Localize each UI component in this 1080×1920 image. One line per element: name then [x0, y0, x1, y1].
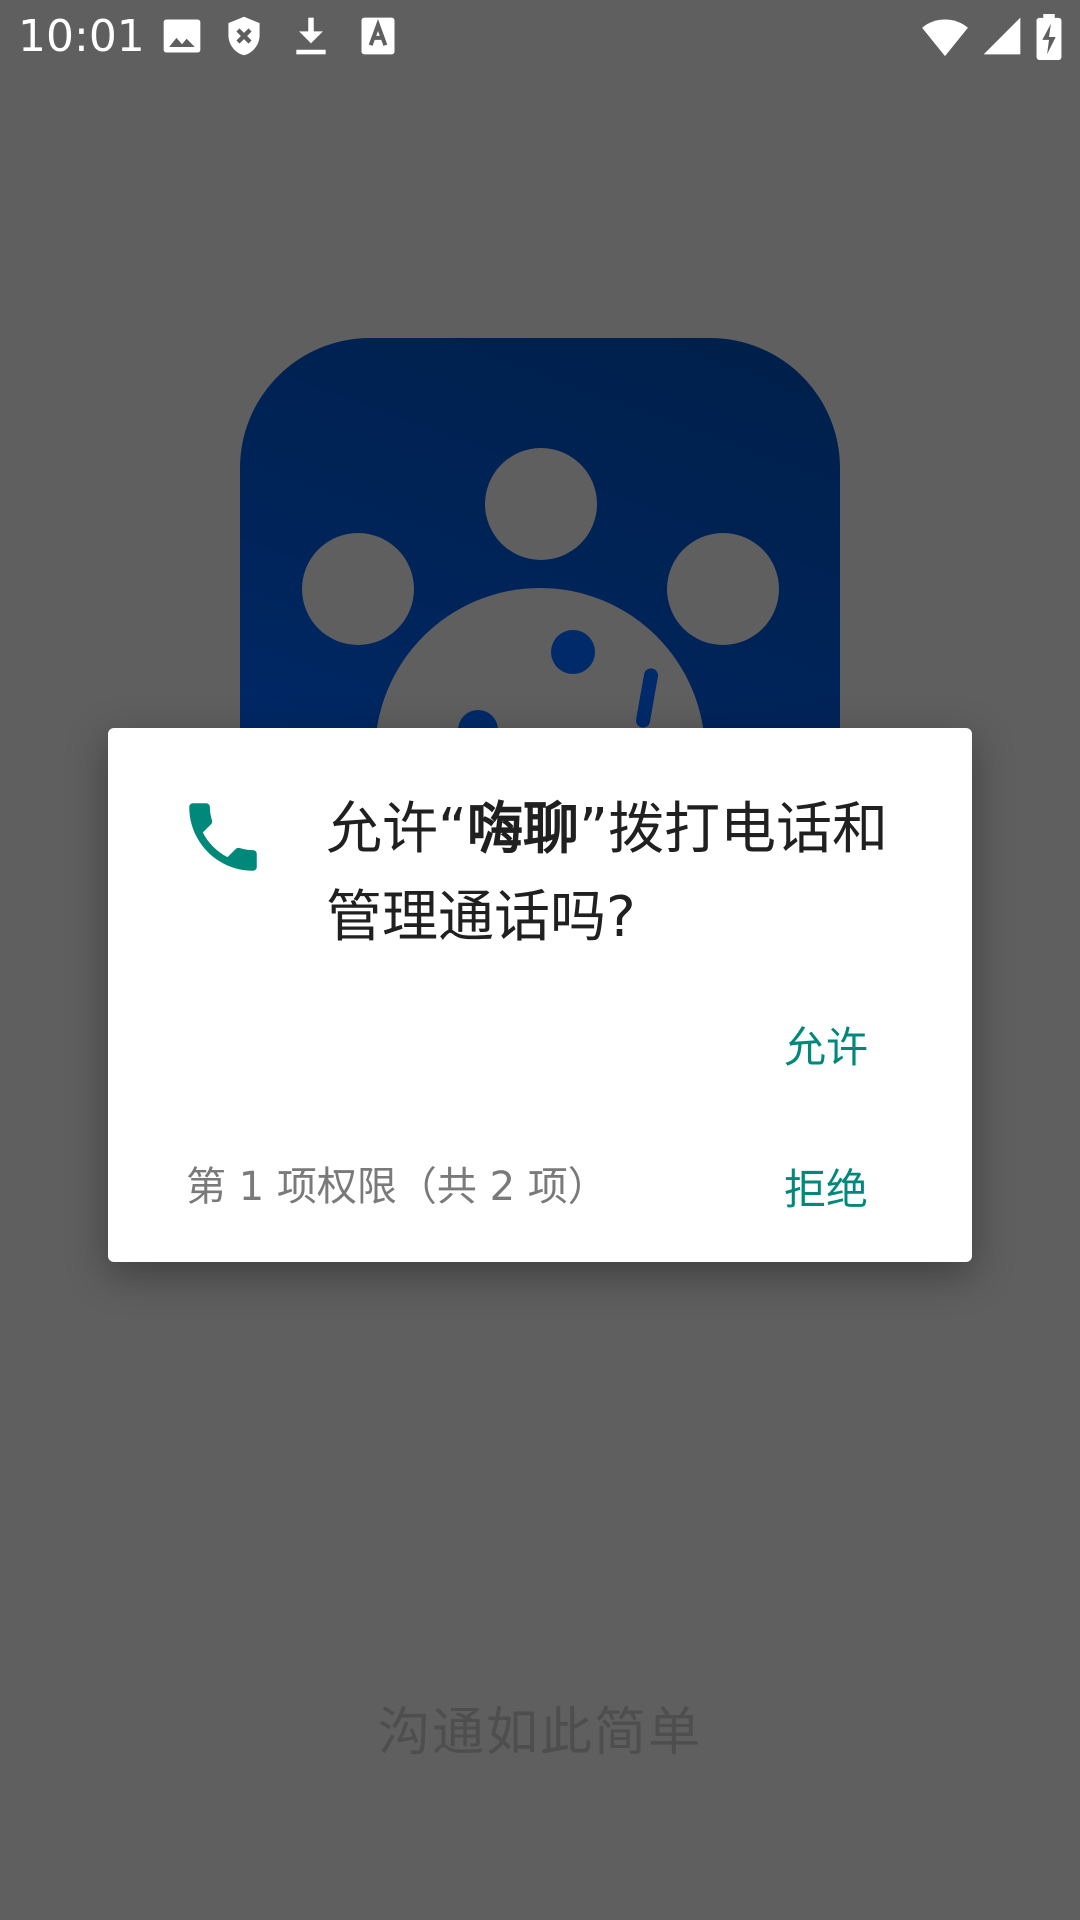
logo-dot-left: [302, 533, 414, 645]
permission-dialog: 允许“嗨聊”拨打电话和管理通话吗? 允许 第 1 项权限（共 2 项） 拒绝: [108, 728, 972, 1262]
permission-counter: 第 1 项权限（共 2 项）: [186, 1164, 608, 1210]
logo-eye: [551, 630, 595, 674]
logo-dot-right: [667, 533, 779, 645]
app-slogan: 沟通如此简单: [377, 1703, 702, 1763]
shield-x-icon: [228, 16, 260, 56]
allow-button[interactable]: 允许: [784, 1006, 868, 1083]
status-bar: 10:01: [0, 0, 1080, 72]
deny-button[interactable]: 拒绝: [784, 1148, 868, 1225]
dialog-title: 允许“嗨聊”拨打电话和管理通话吗?: [326, 786, 926, 962]
signal-icon: [983, 17, 1021, 55]
phone-icon: [189, 803, 257, 871]
battery-charging-icon: [1036, 14, 1062, 60]
status-time: 10:01: [18, 11, 145, 62]
wifi-icon: [922, 19, 968, 57]
app-name: 嗨聊: [467, 797, 580, 862]
download-icon: [296, 17, 326, 55]
logo-dot-top: [485, 448, 597, 560]
image-icon: [163, 19, 201, 53]
title-prefix: 允许“: [326, 797, 468, 862]
a11y-text-icon: [361, 17, 395, 55]
